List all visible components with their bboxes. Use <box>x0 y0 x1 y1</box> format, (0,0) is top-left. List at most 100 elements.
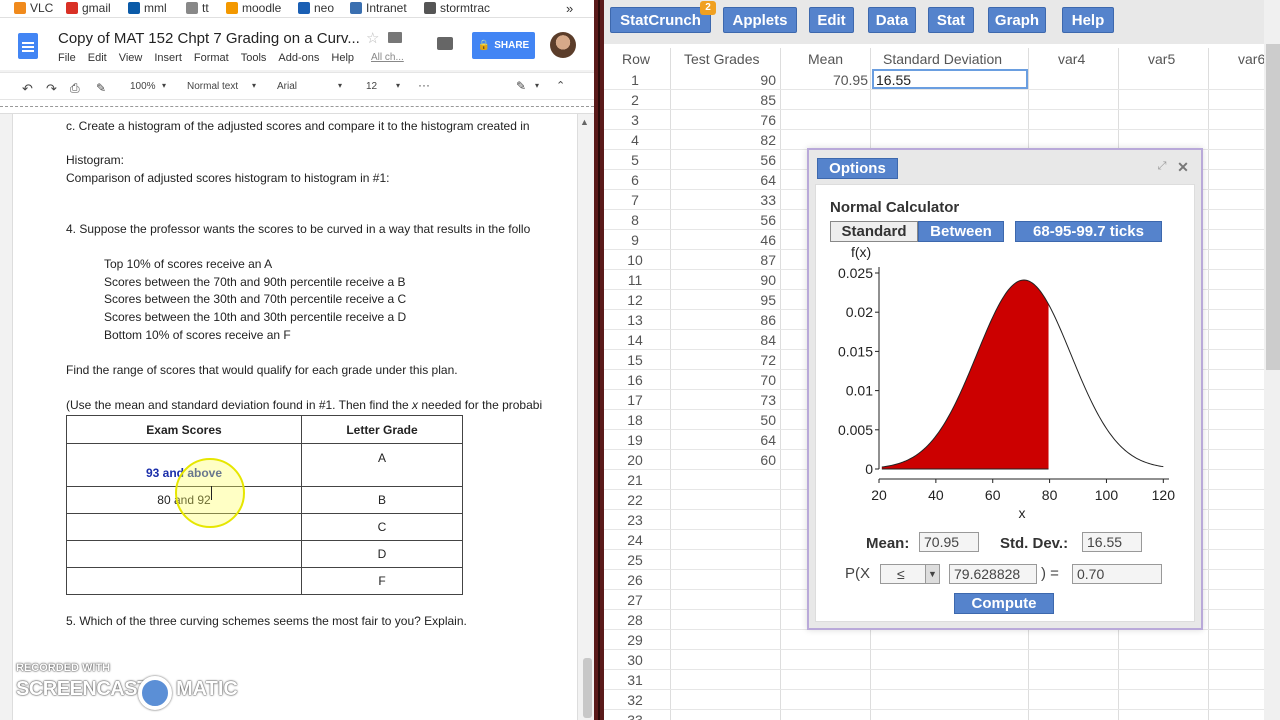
test-grade-cell[interactable]: 76 <box>684 112 776 128</box>
row-number[interactable]: 2 <box>604 92 666 108</box>
table-cell-grade[interactable]: F <box>302 574 462 588</box>
menu-edit[interactable]: Edit <box>88 52 107 64</box>
menu-add-ons[interactable]: Add-ons <box>278 52 319 64</box>
compute-button[interactable]: Compute <box>954 593 1054 614</box>
menu-help[interactable]: Help <box>1062 7 1114 33</box>
row-number[interactable]: 13 <box>604 312 666 328</box>
column-header[interactable]: Mean <box>808 51 843 67</box>
print-icon[interactable]: ⎙ <box>70 81 80 96</box>
close-icon[interactable]: ✕ <box>1174 158 1192 176</box>
normal-calculator-dialog[interactable]: Options ⤢ ✕ Normal Calculator Standard B… <box>807 148 1203 630</box>
bookmark-moodle[interactable]: moodle <box>226 1 281 15</box>
table-cell-grade[interactable]: A <box>302 451 462 465</box>
options-button[interactable]: Options <box>817 158 898 179</box>
x-value-field[interactable]: 79.628828 <box>949 564 1037 584</box>
column-header[interactable]: var4 <box>1058 51 1085 67</box>
column-header[interactable]: Row <box>622 51 650 67</box>
undo-icon[interactable]: ↶ <box>22 81 33 97</box>
menu-help[interactable]: Help <box>331 52 354 64</box>
row-number[interactable]: 12 <box>604 292 666 308</box>
test-grade-cell[interactable]: 46 <box>684 232 776 248</box>
test-grade-cell[interactable]: 87 <box>684 252 776 268</box>
row-number[interactable]: 5 <box>604 152 666 168</box>
test-grade-cell[interactable]: 82 <box>684 132 776 148</box>
grid-scrollbar-thumb[interactable] <box>1266 44 1280 370</box>
row-number[interactable]: 25 <box>604 552 666 568</box>
row-number[interactable]: 23 <box>604 512 666 528</box>
row-number[interactable]: 33 <box>604 712 666 720</box>
mean-field[interactable]: 70.95 <box>919 532 979 552</box>
bookmarks-overflow-icon[interactable]: » <box>566 1 573 16</box>
test-grade-cell[interactable]: 84 <box>684 332 776 348</box>
row-number[interactable]: 4 <box>604 132 666 148</box>
more-icon[interactable]: ··· <box>418 78 430 92</box>
table-cell-grade[interactable]: C <box>302 520 462 534</box>
menu-tools[interactable]: Tools <box>241 52 267 64</box>
folder-icon[interactable] <box>388 32 402 43</box>
column-header[interactable]: var5 <box>1148 51 1175 67</box>
menu-edit[interactable]: Edit <box>809 7 854 33</box>
avatar[interactable] <box>550 32 576 58</box>
row-number[interactable]: 21 <box>604 472 666 488</box>
row-number[interactable]: 27 <box>604 592 666 608</box>
test-grade-cell[interactable]: 56 <box>684 212 776 228</box>
row-number[interactable]: 1 <box>604 72 666 88</box>
menu-data[interactable]: Data <box>868 7 916 33</box>
test-grade-cell[interactable]: 56 <box>684 152 776 168</box>
row-number[interactable]: 9 <box>604 232 666 248</box>
star-icon[interactable]: ☆ <box>366 29 379 47</box>
ruler[interactable] <box>0 100 594 114</box>
test-grade-cell[interactable]: 90 <box>684 272 776 288</box>
test-grade-cell[interactable]: 64 <box>684 432 776 448</box>
menu-statcrunch[interactable]: StatCrunch <box>610 7 711 33</box>
row-number[interactable]: 14 <box>604 332 666 348</box>
row-number[interactable]: 7 <box>604 192 666 208</box>
column-header[interactable]: Test Grades <box>684 51 759 67</box>
test-grade-cell[interactable]: 70 <box>684 372 776 388</box>
test-grade-cell[interactable]: 90 <box>684 72 776 88</box>
row-number[interactable]: 32 <box>604 692 666 708</box>
row-number[interactable]: 18 <box>604 412 666 428</box>
row-number[interactable]: 20 <box>604 452 666 468</box>
expand-icon[interactable]: ⤢ <box>1155 160 1169 174</box>
collapse-icon[interactable]: ⌃ <box>556 79 565 92</box>
row-number[interactable]: 30 <box>604 652 666 668</box>
selected-cell[interactable] <box>872 69 1028 89</box>
zoom-select[interactable]: 100% <box>130 81 156 92</box>
test-grade-cell[interactable]: 60 <box>684 452 776 468</box>
row-number[interactable]: 10 <box>604 252 666 268</box>
font-select[interactable]: Arial <box>277 81 297 92</box>
row-number[interactable]: 22 <box>604 492 666 508</box>
grade-table[interactable]: Exam Scores Letter Grade 93 and above A … <box>66 415 463 595</box>
row-number[interactable]: 8 <box>604 212 666 228</box>
row-number[interactable]: 24 <box>604 532 666 548</box>
test-grade-cell[interactable]: 73 <box>684 392 776 408</box>
test-grade-cell[interactable]: 72 <box>684 352 776 368</box>
row-number[interactable]: 16 <box>604 372 666 388</box>
bookmark-gmail[interactable]: gmail <box>66 1 111 15</box>
redo-icon[interactable]: ↷ <box>46 81 57 97</box>
row-number[interactable]: 28 <box>604 612 666 628</box>
table-cell-grade[interactable]: D <box>302 547 462 561</box>
row-number[interactable]: 26 <box>604 572 666 588</box>
test-grade-cell[interactable]: 33 <box>684 192 776 208</box>
probability-result-field[interactable]: 0.70 <box>1072 564 1162 584</box>
docs-scrollbar-thumb[interactable] <box>583 658 592 718</box>
column-header[interactable]: Standard Deviation <box>883 51 1002 67</box>
test-grade-cell[interactable]: 86 <box>684 312 776 328</box>
bookmark-vlc[interactable]: VLC <box>14 1 53 15</box>
test-grade-cell[interactable]: 85 <box>684 92 776 108</box>
std-dev-field[interactable]: 16.55 <box>1082 532 1142 552</box>
document-title[interactable]: Copy of MAT 152 Chpt 7 Grading on a Curv… <box>58 30 360 47</box>
menu-stat[interactable]: Stat <box>928 7 974 33</box>
bookmark-intranet[interactable]: Intranet <box>350 1 407 15</box>
edit-mode-icon[interactable]: ✎ <box>516 79 526 93</box>
comments-icon[interactable] <box>437 37 453 50</box>
menu-file[interactable]: File <box>58 52 76 64</box>
operator-select[interactable]: ≤ ▼ <box>880 564 940 584</box>
menu-insert[interactable]: Insert <box>154 52 182 64</box>
row-number[interactable]: 19 <box>604 432 666 448</box>
bookmark-tt[interactable]: tt <box>186 1 209 15</box>
menu-format[interactable]: Format <box>194 52 229 64</box>
row-number[interactable]: 29 <box>604 632 666 648</box>
